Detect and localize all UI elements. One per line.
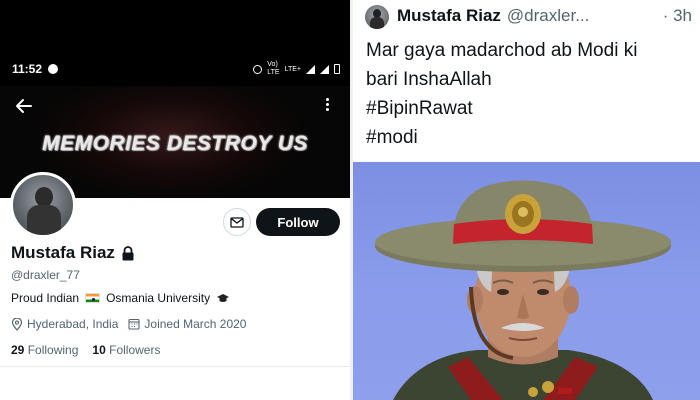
lock-icon xyxy=(122,245,134,260)
notification-dot-icon xyxy=(48,64,58,74)
profile-meta: Hyderabad, India Joined March 2020 xyxy=(11,317,246,331)
portrait-illustration xyxy=(375,180,671,400)
status-time: 11:52 xyxy=(12,62,43,76)
follow-button[interactable]: Follow xyxy=(256,208,340,236)
tweet-avatar[interactable] xyxy=(365,5,389,29)
mail-icon xyxy=(230,216,244,228)
more-options-icon[interactable] xyxy=(322,96,332,116)
profile-joined: Joined March 2020 xyxy=(144,317,247,331)
profile-name: Mustafa Riaz xyxy=(11,243,115,262)
lte-label: LTE+ xyxy=(284,65,301,73)
top-black-bar xyxy=(0,0,350,52)
tweet-photo[interactable] xyxy=(353,162,700,400)
tweet-panel: Mustafa Riaz @draxler... · 3h Mar gaya m… xyxy=(353,0,700,400)
profile-screen: 11:52 Vo) LTE LTE+ MEMORIES DESTROY US F… xyxy=(0,0,350,400)
divider xyxy=(0,366,350,367)
profile-location: Hyderabad, India xyxy=(27,317,119,331)
profile-counts: 29 Following 10 Followers xyxy=(11,343,160,357)
graduation-cap-icon xyxy=(217,293,230,302)
battery-icon xyxy=(334,64,340,74)
signal-icon-2 xyxy=(320,64,329,74)
followers-label: Followers xyxy=(109,343,161,357)
india-flag-icon xyxy=(85,293,101,303)
bio-university: Osmania University xyxy=(106,291,211,305)
following-count: 29 xyxy=(11,343,25,357)
tweet-line: Mar gaya madarchod ab Modi ki xyxy=(366,40,638,61)
status-bar: 11:52 Vo) LTE LTE+ xyxy=(0,52,350,86)
tweet-hashtag-bipinrawat[interactable]: #BipinRawat xyxy=(366,94,696,123)
location-pin-icon xyxy=(11,317,23,331)
sync-icon xyxy=(253,64,263,74)
tweet-author-handle[interactable]: @draxler... xyxy=(507,6,589,26)
message-button[interactable] xyxy=(223,208,251,236)
following-label: Following xyxy=(27,343,79,357)
profile-name-row: Mustafa Riaz xyxy=(11,243,135,263)
following-link[interactable]: 29 Following xyxy=(11,343,78,357)
followers-link[interactable]: 10 Followers xyxy=(92,343,160,357)
tweet-line: bari InshaAllah xyxy=(366,69,492,90)
profile-handle: @draxler_77 xyxy=(11,268,80,282)
tweet-hashtag-modi[interactable]: #modi xyxy=(366,123,696,152)
bio-text: Proud Indian xyxy=(11,291,80,305)
profile-bio: Proud Indian Osmania University xyxy=(11,291,230,305)
status-icons: Vo) LTE LTE+ xyxy=(253,61,340,77)
banner-text: MEMORIES DESTROY US xyxy=(42,132,308,155)
tweet-time[interactable]: · 3h xyxy=(663,6,692,26)
network-label: Vo) LTE xyxy=(267,61,280,76)
signal-icon xyxy=(306,64,315,74)
tweet-header: Mustafa Riaz @draxler... · 3h xyxy=(397,6,692,26)
calendar-icon xyxy=(128,318,140,330)
tweet-author-name[interactable]: Mustafa Riaz xyxy=(397,6,501,26)
followers-count: 10 xyxy=(92,343,106,357)
avatar[interactable] xyxy=(10,172,76,238)
tweet-text: Mar gaya madarchod ab Modi ki bari Insha… xyxy=(366,36,696,152)
back-arrow-icon[interactable] xyxy=(14,96,36,118)
